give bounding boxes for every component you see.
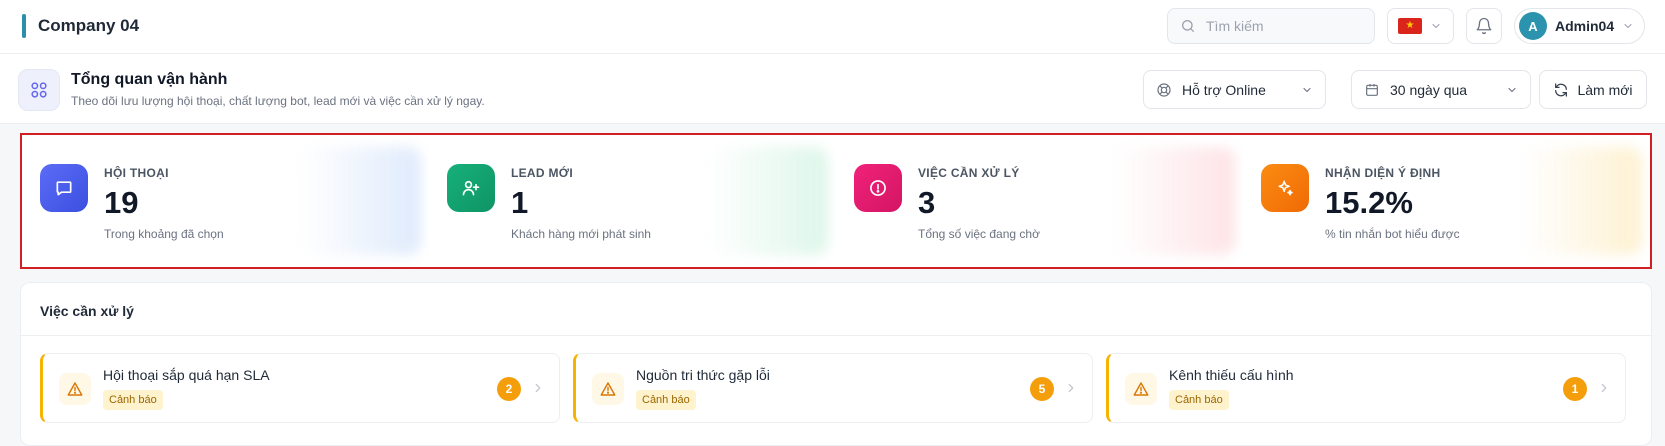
kpi-icon-tile: [1261, 164, 1309, 212]
kpi-decor: [708, 147, 828, 255]
status-badge: Cảnh báo: [103, 390, 163, 410]
kpi-decor: [301, 147, 421, 255]
warning-icon: [59, 373, 91, 405]
chevron-down-icon: [1508, 87, 1516, 92]
kpi-card-intent-recognition[interactable]: NHẬN DIỆN Ý ĐỊNH 15.2% % tin nhắn bot hi…: [1243, 135, 1650, 267]
date-range-label: 30 ngày qua: [1390, 81, 1468, 98]
refresh-button[interactable]: Làm mới: [1539, 70, 1647, 109]
warning-icon: [592, 373, 624, 405]
kpi-value: 3: [918, 185, 936, 220]
tasks-title: Việc cần xử lý: [40, 303, 134, 319]
notifications-button[interactable]: [1466, 8, 1502, 44]
page-title: Tổng quan vận hành: [71, 71, 228, 88]
kpi-label: VIỆC CẦN XỬ LÝ: [918, 166, 1020, 180]
warning-icon: [1125, 373, 1157, 405]
kpi-value: 1: [511, 185, 529, 220]
chevron-down-icon: [1624, 23, 1632, 29]
task-title: Hội thoại sắp quá hạn SLA: [103, 367, 270, 383]
kpi-card-pending-tasks[interactable]: VIỆC CẦN XỬ LÝ 3 Tổng số việc đang chờ: [836, 135, 1243, 267]
kpi-label: LEAD MỚI: [511, 166, 573, 180]
task-title: Nguồn tri thức gặp lỗi: [636, 367, 770, 383]
task-count-badge: 1: [1563, 377, 1587, 401]
kpi-icon-tile: [447, 164, 495, 212]
search-box[interactable]: [1167, 8, 1375, 44]
kpi-label: HỘI THOẠI: [104, 166, 169, 180]
user-plus-icon: [462, 180, 480, 196]
task-count-badge: 2: [497, 377, 521, 401]
vietnam-flag-icon: ★: [1398, 18, 1422, 34]
sparkles-icon: [1278, 180, 1293, 196]
user-name: Admin04: [1555, 18, 1615, 34]
search-input[interactable]: [1206, 18, 1356, 34]
task-count-badge: 5: [1030, 377, 1054, 401]
kpi-hint: Tổng số việc đang chờ: [918, 227, 1040, 241]
kpi-card-new-leads[interactable]: LEAD MỚI 1 Khách hàng mới phát sinh: [429, 135, 836, 267]
support-mode-label: Hỗ trợ Online: [1182, 81, 1266, 98]
page-header: Tổng quan vận hành Theo dõi lưu lượng hộ…: [0, 54, 1665, 124]
date-range-select[interactable]: 30 ngày qua: [1351, 70, 1531, 109]
status-badge: Cảnh báo: [1169, 390, 1229, 410]
support-icon: [1157, 82, 1171, 97]
kpi-card-conversations[interactable]: HỘI THOẠI 19 Trong khoảng đã chọn: [22, 135, 429, 267]
support-mode-select[interactable]: Hỗ trợ Online: [1143, 70, 1326, 109]
company-name: Company 04: [38, 16, 140, 35]
chevron-right-icon: [1601, 383, 1607, 393]
tasks-card: Việc cần xử lý Hội thoại sắp quá hạn SLA…: [20, 282, 1652, 446]
chevron-right-icon: [1068, 383, 1074, 393]
language-selector[interactable]: ★: [1387, 8, 1454, 44]
search-icon: [1182, 20, 1194, 32]
kpi-hint: Khách hàng mới phát sinh: [511, 227, 651, 241]
calendar-icon: [1366, 83, 1378, 96]
kpi-value: 19: [104, 185, 139, 220]
chat-icon: [56, 181, 72, 196]
bell-icon: [1476, 17, 1492, 35]
chevron-down-icon: [1303, 87, 1311, 92]
task-item-knowledge-source[interactable]: Nguồn tri thức gặp lỗi Cảnh báo 5: [573, 353, 1093, 423]
kpi-decor: [1522, 147, 1642, 255]
brand-accent-bar: [22, 14, 26, 38]
avatar: A: [1519, 12, 1547, 40]
task-item-sla[interactable]: Hội thoại sắp quá hạn SLA Cảnh báo 2: [40, 353, 560, 423]
task-item-channel-config[interactable]: Kênh thiếu cấu hình Cảnh báo 1: [1106, 353, 1626, 423]
refresh-label: Làm mới: [1577, 81, 1633, 98]
task-title: Kênh thiếu cấu hình: [1169, 367, 1294, 383]
divider: [21, 335, 1651, 336]
kpi-icon-tile: [40, 164, 88, 212]
chevron-down-icon: [1432, 23, 1440, 29]
kpi-value: 15.2%: [1325, 185, 1413, 220]
kpi-icon-tile: [854, 164, 902, 212]
top-bar: Company 04 ★ A Admin04: [0, 0, 1665, 54]
user-menu[interactable]: A Admin04: [1514, 8, 1645, 44]
page-subtitle: Theo dõi lưu lượng hội thoại, chất lượng…: [71, 94, 485, 108]
dashboard-grid-icon: [18, 69, 60, 111]
alert-circle-icon: [870, 180, 886, 196]
chevron-right-icon: [535, 383, 541, 393]
kpi-hint: Trong khoảng đã chọn: [104, 227, 224, 241]
kpi-strip: HỘI THOẠI 19 Trong khoảng đã chọn LEAD M…: [20, 133, 1652, 269]
kpi-hint: % tin nhắn bot hiểu được: [1325, 227, 1460, 241]
refresh-icon: [1555, 82, 1568, 97]
kpi-label: NHẬN DIỆN Ý ĐỊNH: [1325, 166, 1441, 180]
status-badge: Cảnh báo: [636, 390, 696, 410]
kpi-decor: [1115, 147, 1235, 255]
brand: Company 04: [22, 13, 139, 39]
